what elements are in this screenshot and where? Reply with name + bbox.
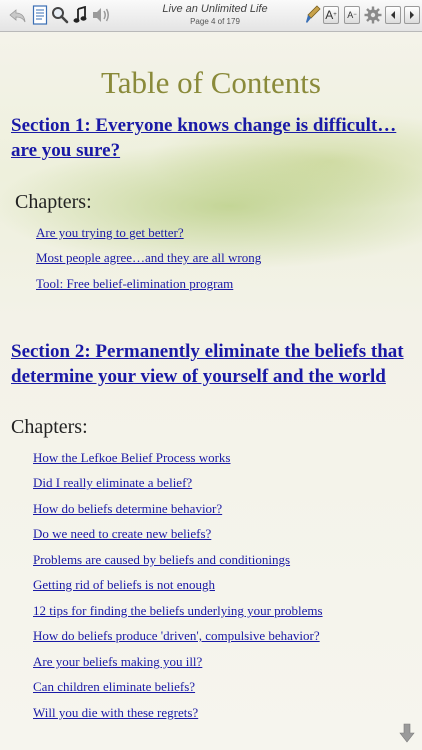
gear-icon[interactable] <box>364 5 382 25</box>
font-larger-wrap: A + <box>323 5 339 25</box>
chapter-link[interactable]: Are you trying to get better? <box>36 225 184 241</box>
chapter-link[interactable]: Problems are caused by beliefs and condi… <box>33 552 290 568</box>
music-note-icon[interactable] <box>73 5 87 25</box>
chapter-link[interactable]: Getting rid of beliefs is not enough <box>33 577 215 593</box>
chapter-link[interactable]: Did I really eliminate a belief? <box>33 475 192 491</box>
chevron-right-icon <box>410 11 414 19</box>
font-smaller-wrap: A − <box>344 5 360 25</box>
chapter-link[interactable]: How do beliefs determine behavior? <box>33 501 222 517</box>
chapter-link[interactable]: Do we need to create new beliefs? <box>33 526 211 542</box>
chapter-link[interactable]: Tool: Free belief-elimination program <box>36 276 233 292</box>
speaker-volume-icon[interactable] <box>91 5 111 25</box>
scroll-down-arrow-icon[interactable] <box>399 723 415 748</box>
chapter-link[interactable]: 12 tips for finding the beliefs underlyi… <box>33 603 323 619</box>
chevron-left-icon <box>391 11 395 19</box>
font-smaller-button[interactable]: A − <box>344 6 360 24</box>
font-larger-label: A <box>325 8 334 22</box>
chapter-link[interactable]: Are your beliefs making you ill? <box>33 654 202 670</box>
section-1-link[interactable]: Section 1: Everyone knows change is diff… <box>11 113 406 163</box>
next-page-button[interactable] <box>404 6 420 24</box>
page-title: Table of Contents <box>101 65 321 100</box>
chapter-link[interactable]: Will you die with these regrets? <box>33 705 198 721</box>
prev-wrap <box>385 5 401 25</box>
chapter-link[interactable]: How the Lefkoe Belief Process works <box>33 450 230 466</box>
font-larger-button[interactable]: A + <box>323 6 339 24</box>
next-wrap <box>404 5 420 25</box>
section-2-chapters-label: Chapters: <box>11 416 88 438</box>
book-title: Live an Unlimited Life <box>162 3 268 15</box>
highlight-brush-icon[interactable] <box>305 5 321 25</box>
section-1-chapters-label: Chapters: <box>15 191 92 213</box>
page-indicator: Page 4 of 179 <box>190 17 240 26</box>
chapter-link[interactable]: Can children eliminate beliefs? <box>33 679 195 695</box>
reader-toolbar: Live an Unlimited Life Page 4 of 179 A + … <box>0 0 422 32</box>
chapter-link[interactable]: Most people agree…and they are all wrong <box>36 250 261 266</box>
section-2-link[interactable]: Section 2: Permanently eliminate the bel… <box>11 339 406 389</box>
search-icon[interactable] <box>51 5 69 25</box>
chapter-link[interactable]: How do beliefs produce 'driven', compuls… <box>33 628 320 644</box>
previous-page-button[interactable] <box>385 6 401 24</box>
table-of-contents-icon[interactable] <box>32 5 48 25</box>
back-arrow-icon[interactable] <box>8 5 28 25</box>
